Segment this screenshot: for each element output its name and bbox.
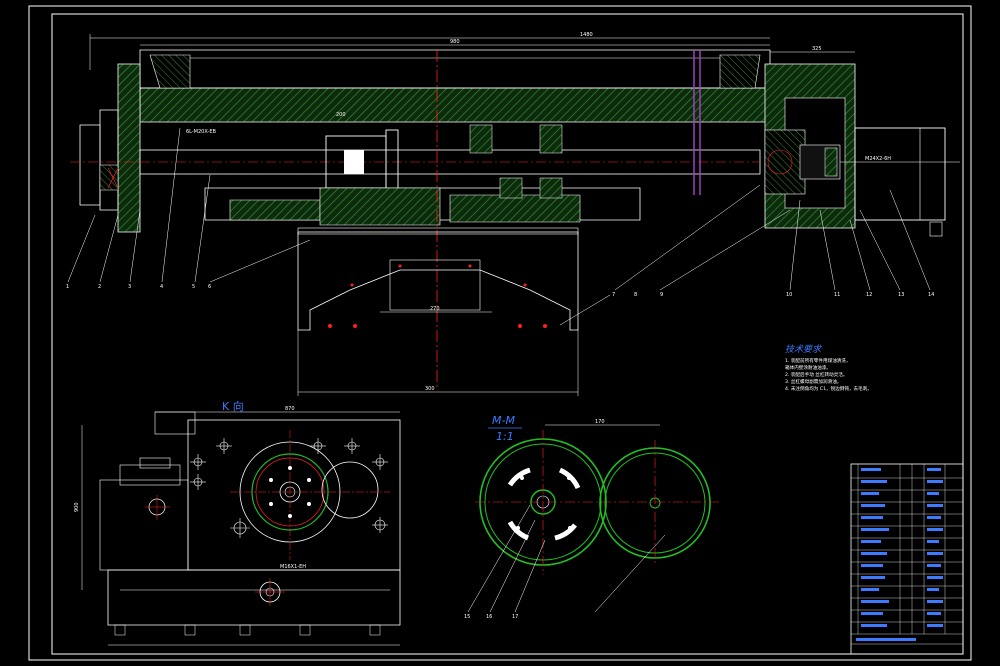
dim-slot: 270 [430, 306, 440, 312]
part-num-4: 4 [160, 284, 163, 290]
title-block [850, 463, 964, 655]
cad-drawing-sheet: 1480 980 325 200 M24X2-6H 270 300 1 2 3 … [28, 5, 972, 661]
m-m-view: M-M 1:1 170 15 16 17 [464, 414, 720, 620]
k-view: K 向 870 900 M16X1-EH [74, 399, 401, 646]
tech-requirements: 技术要求 1. 装配前所有零件用煤油清洗， 箱体内壁涂耐油油漆。 2. 装配后手… [785, 344, 872, 392]
part-num-7: 7 [612, 292, 615, 298]
tech-line-5: 4. 未注倒角均为 C1，锐边倒钝，去毛刺。 [785, 385, 872, 392]
part-num-16: 16 [486, 614, 492, 620]
part-num-14: 14 [928, 292, 934, 298]
tech-line-2: 箱体内壁涂耐油油漆。 [785, 364, 831, 371]
k-view-label: K 向 [222, 399, 244, 413]
dim-nut: 200 [336, 112, 346, 118]
motor-spec: M24X2-6H [865, 156, 891, 162]
part-num-3: 3 [128, 284, 131, 290]
part-num-2: 2 [98, 284, 101, 290]
dim-top-left: 980 [450, 39, 460, 45]
tech-line-3: 2. 装配后手动 丝杠转动灵活。 [785, 371, 847, 378]
left-note: 6L-M20X-EB [186, 129, 216, 135]
part-num-13: 13 [898, 292, 904, 298]
bottom-note: M16X1-EH [280, 564, 306, 570]
dim-base: 300 [425, 386, 435, 392]
tech-line-4: 3. 丝杠螺母副需加润滑油。 [785, 378, 841, 385]
main-assembly-view: 1480 980 325 200 M24X2-6H 270 300 1 2 3 … [66, 32, 960, 396]
part-num-6: 6 [208, 284, 211, 290]
dim-top-right: 325 [812, 46, 822, 52]
part-num-17: 17 [512, 614, 518, 620]
dim-k-top: 870 [285, 406, 295, 412]
part-num-1: 1 [66, 284, 69, 290]
dim-m: 170 [595, 419, 605, 425]
part-num-5: 5 [192, 284, 195, 290]
m-view-label: M-M [492, 414, 515, 427]
part-num-12: 12 [866, 292, 872, 298]
tech-title: 技术要求 [785, 344, 822, 355]
dim-top-overall: 1480 [580, 32, 593, 38]
part-num-15: 15 [464, 614, 470, 620]
tech-line-1: 1. 装配前所有零件用煤油清洗， [785, 357, 851, 364]
part-num-8: 8 [634, 292, 637, 298]
part-num-9: 9 [660, 292, 663, 298]
m-view-scale: 1:1 [496, 430, 514, 443]
dim-k-height: 900 [74, 502, 80, 512]
part-num-10: 10 [786, 292, 792, 298]
part-num-11: 11 [834, 292, 840, 298]
